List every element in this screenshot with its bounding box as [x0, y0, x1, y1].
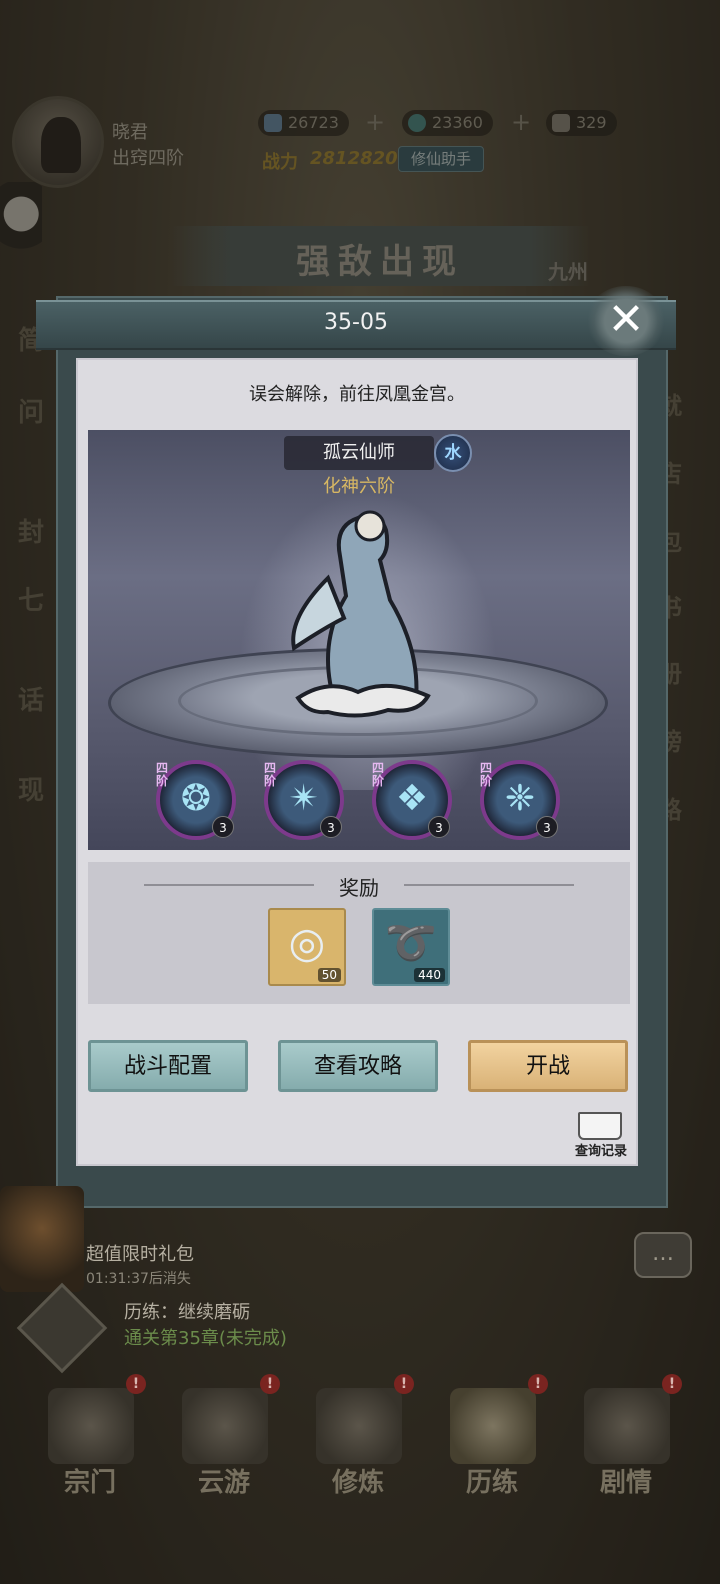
story-scroll-icon	[584, 1388, 670, 1464]
skill-tier: 四阶	[372, 761, 385, 788]
cauldron-icon	[316, 1388, 402, 1464]
skill-tier: 四阶	[264, 761, 277, 788]
skill-level: 3	[536, 816, 558, 838]
skill-slot-1[interactable]: ❂ 四阶 3	[156, 760, 236, 840]
bottom-nav: 宗门 ! 云游 ! 修炼 ! 历练 ! 剧情 !	[0, 1374, 720, 1524]
scroll-bundle-icon	[450, 1388, 536, 1464]
skill-slot-4[interactable]: ❈ 四阶 3	[480, 760, 560, 840]
divider	[404, 884, 574, 886]
book-icon	[578, 1112, 622, 1140]
water-element-icon: 水	[434, 434, 472, 472]
promo-title[interactable]: 超值限时礼包	[86, 1240, 194, 1266]
battle-stage-preview: 孤云仙师 水 化神六阶 ❂ 四阶 3 ✴ 四阶 3 ❖ 四阶 3 ❈ 四阶 3	[88, 430, 630, 850]
nav-label: 历练	[465, 1468, 518, 1498]
reward-item-2[interactable]: ➰ 440	[372, 908, 450, 986]
chat-icon[interactable]: …	[634, 1232, 692, 1278]
skill-tier: 四阶	[480, 761, 493, 788]
start-battle-button[interactable]: 开战	[468, 1040, 628, 1092]
nav-trials[interactable]: 历练 !	[432, 1374, 552, 1514]
view-guide-button[interactable]: 查看攻略	[278, 1040, 438, 1092]
rewards-panel: 奖励 ◎ 50 ➰ 440	[88, 862, 630, 1004]
nav-label: 宗门	[63, 1468, 116, 1498]
reward-count: 440	[414, 968, 445, 982]
promo-timer: 01:31:37后消失	[86, 1271, 191, 1287]
jade-ring-icon: ◎	[288, 918, 326, 967]
boss-name: 孤云仙师	[284, 436, 434, 470]
nav-story[interactable]: 剧情 !	[566, 1374, 686, 1514]
skill-slot-3[interactable]: ❖ 四阶 3	[372, 760, 452, 840]
query-log-label: 查询记录	[574, 1144, 627, 1159]
nav-sect[interactable]: 宗门 !	[30, 1374, 150, 1514]
reward-item-1[interactable]: ◎ 50	[268, 908, 346, 986]
temple-icon	[48, 1388, 134, 1464]
skill-level: 3	[428, 816, 450, 838]
dialog-header: 35-05	[36, 300, 676, 350]
alert-icon: !	[260, 1374, 280, 1394]
boss-figure	[291, 510, 431, 718]
battle-config-button[interactable]: 战斗配置	[88, 1040, 248, 1092]
promo-avatar[interactable]	[0, 1186, 84, 1292]
stage-number-title: 35-05	[324, 310, 388, 335]
alert-icon: !	[528, 1374, 548, 1394]
nav-label: 剧情	[599, 1468, 652, 1498]
alert-icon: !	[662, 1374, 682, 1394]
skill-tier: 四阶	[156, 761, 169, 788]
close-icon[interactable]: ✕	[586, 286, 666, 356]
skill-level: 3	[320, 816, 342, 838]
skill-slot-2[interactable]: ✴ 四阶 3	[264, 760, 344, 840]
nav-cultivate[interactable]: 修炼 !	[298, 1374, 418, 1514]
reward-count: 50	[317, 968, 341, 982]
nav-label: 修炼	[331, 1468, 384, 1498]
nav-wander[interactable]: 云游 !	[164, 1374, 284, 1514]
boss-rank: 化神六阶	[323, 476, 395, 497]
query-log-button[interactable]: 查询记录	[566, 1112, 636, 1160]
mountain-icon	[182, 1388, 268, 1464]
stage-description: 误会解除，前往凤凰金宫。	[249, 384, 465, 405]
quest-title[interactable]: 历练：继续磨砺	[124, 1298, 250, 1324]
alert-icon: !	[126, 1374, 146, 1394]
quest-progress: 通关第35章(未完成)	[124, 1328, 287, 1349]
skill-level: 3	[212, 816, 234, 838]
wind-swirl-icon: ➰	[384, 918, 438, 967]
alert-icon: !	[394, 1374, 414, 1394]
rewards-title: 奖励	[339, 876, 379, 900]
nav-label: 云游	[197, 1468, 250, 1498]
dialog-body: 误会解除，前往凤凰金宫。 孤云仙师 水 化神六阶 ❂ 四阶 3 ✴ 四阶 3 ❖…	[76, 358, 638, 1166]
